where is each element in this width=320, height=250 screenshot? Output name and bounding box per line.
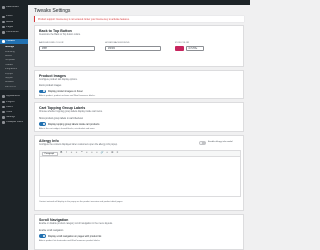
bold-button[interactable]: B [60,152,64,155]
italic-button[interactable]: I [65,152,69,155]
product-images-help: Affects product, product archives and Wo… [39,95,96,97]
allergy-editor[interactable]: Paragraph B I ≡ ≡ ❝ ≡ ≡ ≡ 🔗 ≡ ⊞ ✕ [39,150,241,197]
sidebar-item-dashboard[interactable]: Dashboard [0,5,28,10]
align-right-button[interactable]: ≡ [95,152,99,155]
sidebar-collapse-menu[interactable]: Collapse menu [0,120,28,125]
scroll-nav-description: Enable or disable product category scrol… [39,223,113,225]
allergy-modal-toggle-label: Enable allergy info modal [208,141,233,144]
more-button[interactable]: ≡ [105,152,109,155]
background-color-input[interactable]: #ffffff [39,46,95,51]
collapse-icon [2,121,5,124]
scroll-nav-sublabel: Enable scroll navigation [39,229,64,232]
cart-labels-title: Cart Topping Group Labels [39,106,86,110]
cart-labels-toggle-label: Display topping group labels inside cart… [48,122,100,126]
editor-toolbar: Paragraph B I ≡ ≡ ❝ ≡ ≡ ≡ 🔗 ≡ ⊞ ✕ [40,151,240,157]
brush-icon [2,95,5,98]
allergy-title: Allergy Info [39,139,59,143]
back-to-top-description: Customize the Back to Top button colors. [39,34,81,36]
cart-labels-card: Cart Topping Group Labels Choose whether… [34,102,244,132]
hover-background-input[interactable]: #f0f0f0 [105,46,161,51]
product-images-card: Product Images Configure product tab dis… [34,70,244,99]
icon-color-swatch[interactable] [175,46,184,51]
fullscreen-button[interactable]: ✕ [116,152,120,155]
cart-labels-toggle[interactable] [39,122,46,126]
allergy-description: Configure the content displayed when cus… [39,144,118,146]
dashboard-icon [2,6,5,9]
scroll-nav-help: Affects product list shortcodes and WooC… [39,239,101,242]
page-icon [2,25,5,29]
license-notice: Product support: license key is not ente… [34,16,244,22]
sidebar-item-comments[interactable]: Comments [0,30,28,35]
cart-labels-description: Choose whether topping group labels disp… [39,111,103,113]
sidebar-item-tweaks[interactable]: Tweaks [0,38,28,45]
product-images-title: Product Images [39,74,66,78]
blockquote-button[interactable]: ❝ [80,152,84,155]
scroll-nav-title: Scroll Navigation [39,218,69,222]
toolbar-toggle-button[interactable]: ⊞ [111,152,115,155]
admin-sidebar: Dashboard Posts Media Pages Comments Twe… [0,5,28,250]
submenu-item-lite-vs-pro[interactable]: Lite vs Pro [0,85,28,89]
scroll-nav-toggle[interactable] [39,234,46,238]
plugin-icon [2,100,5,104]
link-button[interactable]: 🔗 [100,152,104,155]
tweaks-icon [2,40,5,43]
align-left-button[interactable]: ≡ [85,152,89,155]
align-center-button[interactable]: ≡ [90,152,94,155]
user-icon [2,105,5,109]
numbered-list-button[interactable]: ≡ [75,152,79,155]
comment-icon [2,31,5,34]
allergy-card: Allergy Info Configure the content displ… [34,135,244,211]
allergy-help: Content entered will display in the popu… [39,201,123,203]
cart-labels-sublabel: Show product group labels in cart/checko… [39,117,83,120]
product-images-toggle[interactable] [39,89,46,94]
settings-icon [2,116,5,119]
scroll-nav-card: Scroll Navigation Enable or disable prod… [34,214,244,250]
back-to-top-title: Back to Top Button [39,29,72,33]
product-images-description: Configure product tab display options. [39,79,78,81]
notice-text: Product support: license key is not ente… [38,17,130,21]
back-to-top-card: Back to Top Button Customize the Back to… [34,25,244,67]
icon-color-label: Icon Color [175,42,190,44]
hover-background-label: Hover Background [105,42,130,44]
format-select[interactable]: Paragraph [42,151,58,156]
pin-icon [2,15,5,19]
product-images-sublabel: Zoom product images [39,85,62,87]
allergy-modal-toggle[interactable] [199,141,206,145]
cart-labels-help: Affects the cart widget, shared blocks, … [39,127,96,130]
wrench-icon [2,110,5,114]
bullet-list-button[interactable]: ≡ [70,152,74,155]
scroll-nav-toggle-label: Display scroll navigation on pages with … [48,234,102,238]
sidebar-submenu: Settings Licensing Blocks Templates Twea… [0,44,28,91]
product-images-toggle-label: Display product images on hover [48,90,83,93]
background-color-label: Background Color [39,42,64,44]
icon-color-value[interactable]: #c7255e [186,46,204,51]
page-title: Tweaks Settings [34,8,71,14]
media-icon [2,20,5,24]
main-content: Tweaks Settings Product support: license… [28,5,250,250]
